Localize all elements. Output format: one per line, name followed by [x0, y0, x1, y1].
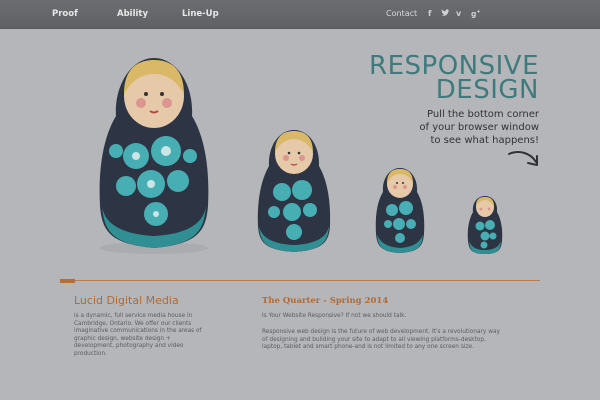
company-line-6: production.: [74, 350, 107, 357]
article-title: The Quarter - Spring 2014: [262, 296, 389, 306]
company-line-5: development, photography and video: [74, 343, 184, 350]
article-body: Responsive web design is the future of w…: [262, 329, 547, 352]
article-intro: Is Your Website Responsive? If not we sh…: [262, 313, 407, 319]
company-line-3: imaginative communications in the areas …: [74, 328, 202, 335]
google-plus-icon[interactable]: g+: [471, 9, 481, 19]
hero-subline: Pull the bottom corner of your browser w…: [339, 108, 539, 147]
curved-arrow-icon: [508, 151, 538, 166]
vimeo-icon[interactable]: v: [456, 9, 461, 18]
top-navigation-bar: Proof Ability Line-Up Contact f v g+: [0, 0, 600, 29]
article-body-line-1: Responsive web design is the future of w…: [262, 329, 500, 335]
nav-link-contact[interactable]: Contact: [386, 9, 417, 18]
nav-link-proof[interactable]: Proof: [52, 9, 78, 19]
subline-line-1: Pull the bottom corner: [426, 109, 539, 120]
company-title: Lucid Digital Media: [74, 294, 179, 307]
section-divider-accent: [60, 279, 75, 283]
nesting-doll-tiny-image: [467, 196, 503, 254]
subline-line-2: of your browser window: [419, 122, 539, 133]
nesting-doll-medium-image: [257, 130, 331, 252]
company-line-2: Cambridge, Ontario. We offer our clients: [74, 320, 192, 327]
company-line-1: is a dynamic, full service media house i…: [74, 313, 193, 319]
nesting-doll-large-image: [99, 58, 209, 254]
article-body-line-3: laptop, tablet and smart phone-and is no…: [262, 344, 474, 351]
twitter-icon[interactable]: [441, 9, 450, 19]
nav-link-line-up[interactable]: Line-Up: [182, 9, 219, 19]
hero-headline: RESPONSIVE DESIGN: [369, 53, 539, 105]
nesting-doll-small-image: [375, 168, 425, 253]
article-body-line-2: of designing and building your site to a…: [262, 336, 486, 343]
company-description: is a dynamic, full service media house i…: [74, 313, 244, 359]
nav-link-ability[interactable]: Ability: [117, 9, 148, 19]
company-line-4: graphic design, website design +: [74, 335, 171, 342]
facebook-icon[interactable]: f: [428, 9, 431, 18]
headline-line-2: DESIGN: [435, 75, 539, 105]
section-divider: [60, 280, 540, 281]
subline-line-3: to see what happens!: [430, 135, 539, 146]
